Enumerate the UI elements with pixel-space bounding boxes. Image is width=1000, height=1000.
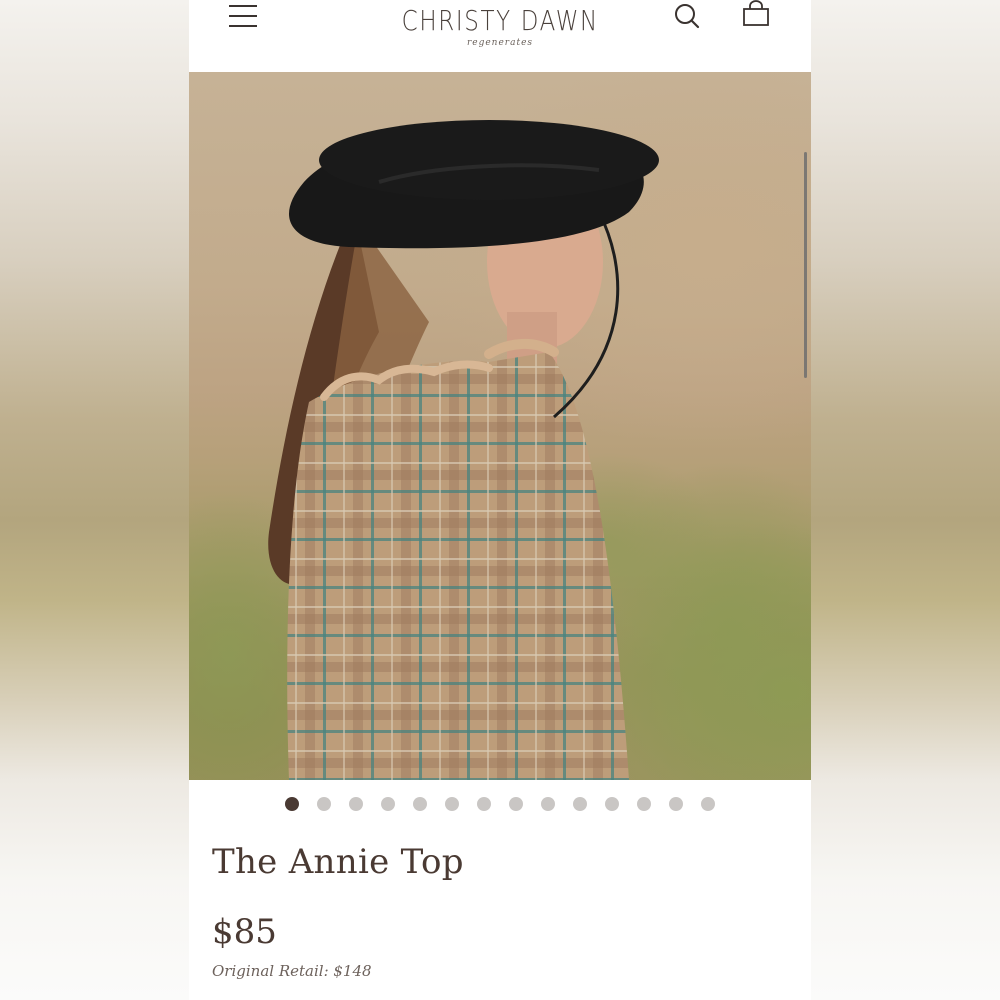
gallery-dot[interactable]	[285, 797, 299, 811]
gallery-dot[interactable]	[317, 797, 331, 811]
gallery-dot[interactable]	[669, 797, 683, 811]
brand-logo[interactable]: CHRISTY DAWN	[189, 4, 811, 37]
gallery-dot[interactable]	[637, 797, 651, 811]
product-title: The Annie Top	[212, 842, 464, 882]
brand-tagline: regenerates	[466, 38, 534, 48]
gallery-dot[interactable]	[381, 797, 395, 811]
search-icon[interactable]	[673, 2, 703, 32]
gallery-dot[interactable]	[701, 797, 715, 811]
original-retail-price: Original Retail: $148	[212, 962, 372, 980]
scrollbar-thumb[interactable]	[804, 152, 807, 378]
gallery-dot[interactable]	[413, 797, 427, 811]
gallery-dot[interactable]	[445, 797, 459, 811]
gallery-dot[interactable]	[573, 797, 587, 811]
gallery-dot[interactable]	[605, 797, 619, 811]
phone-screen: CHRISTY DAWN regenerates The Annie Top $…	[189, 0, 811, 1000]
product-price: $85	[212, 912, 277, 952]
product-image[interactable]	[189, 72, 811, 780]
gallery-dot[interactable]	[541, 797, 555, 811]
gallery-dot[interactable]	[509, 797, 523, 811]
model-photo-illustration	[189, 120, 811, 780]
gallery-dot[interactable]	[349, 797, 363, 811]
site-header: CHRISTY DAWN regenerates	[189, 0, 811, 72]
brand-name: CHRISTY DAWN	[401, 4, 599, 37]
gallery-dot[interactable]	[477, 797, 491, 811]
shopping-bag-icon[interactable]	[741, 0, 771, 30]
